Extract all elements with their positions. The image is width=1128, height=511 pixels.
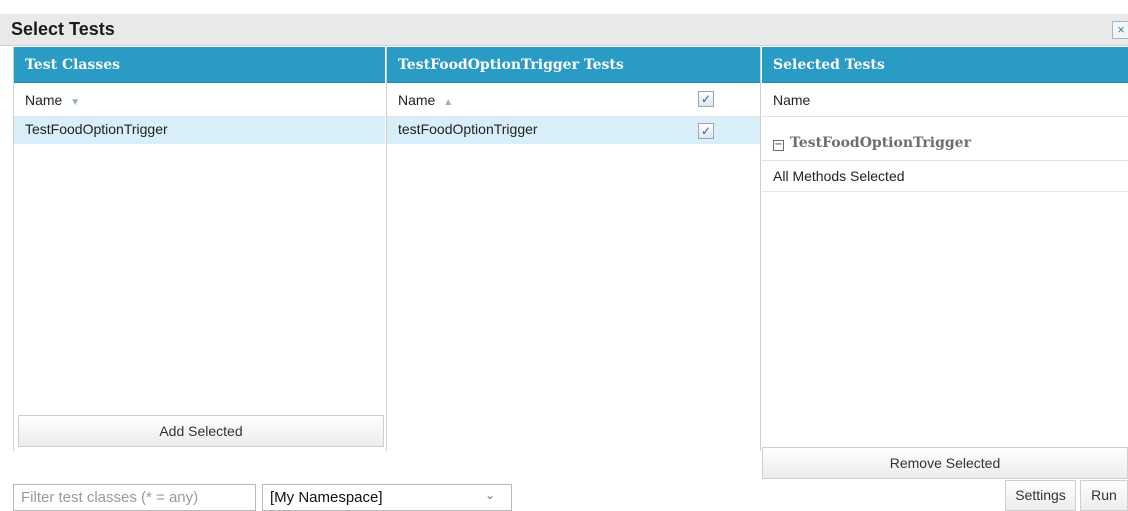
selected-methods-row[interactable]: All Methods Selected <box>762 161 1128 192</box>
collapse-icon[interactable]: − <box>773 140 784 151</box>
column-label: Name <box>25 92 63 108</box>
test-method-name: testFoodOptionTrigger <box>398 121 538 137</box>
selected-tests-header: Selected Tests <box>762 47 1128 83</box>
dropdown-icon[interactable]: ⌄ <box>485 488 495 502</box>
run-button[interactable]: Run <box>1080 480 1128 511</box>
selected-group-row[interactable]: − TestFoodOptionTrigger <box>762 127 1128 161</box>
remove-selected-button[interactable]: Remove Selected <box>762 447 1128 479</box>
namespace-select[interactable]: [My Namespace] ⌄ <box>262 484 512 511</box>
test-classes-name-column[interactable]: Name ▼ <box>14 83 385 117</box>
test-classes-panel: Test Classes Name ▼ TestFoodOptionTrigge… <box>13 47 385 451</box>
test-method-checkbox[interactable]: ✓ <box>698 123 714 139</box>
selected-tests-panel: Selected Tests Name − TestFoodOptionTrigg… <box>762 47 1128 479</box>
sort-asc-icon[interactable]: ▲ <box>443 97 453 108</box>
dialog-title: Select Tests <box>11 19 115 39</box>
test-method-row[interactable]: testFoodOptionTrigger ✓ <box>387 117 760 144</box>
selected-group-name: TestFoodOptionTrigger <box>790 135 971 151</box>
namespace-value: [My Namespace] <box>270 489 383 506</box>
bottom-toolbar: Filter test classes (* = any) [My Namesp… <box>0 480 1128 511</box>
selected-tests-name-column[interactable]: Name <box>762 83 1128 117</box>
filter-test-classes-input[interactable]: Filter test classes (* = any) <box>13 484 256 511</box>
class-tests-name-column[interactable]: Name ▲ ✓ <box>387 83 760 117</box>
test-classes-header: Test Classes <box>14 47 385 83</box>
add-selected-button[interactable]: Add Selected <box>18 415 384 447</box>
sort-desc-icon[interactable]: ▼ <box>70 97 80 108</box>
test-class-name: TestFoodOptionTrigger <box>25 121 168 137</box>
column-label: Name <box>398 92 436 108</box>
class-tests-panel: TestFoodOptionTrigger Tests Name ▲ ✓ tes… <box>386 47 761 451</box>
close-icon[interactable]: × <box>1112 21 1128 39</box>
select-all-checkbox[interactable]: ✓ <box>698 91 714 107</box>
class-tests-header: TestFoodOptionTrigger Tests <box>387 47 760 83</box>
select-tests-dialog: Select Tests × Test Classes Name ▼ TestF… <box>0 0 1128 511</box>
column-label: Name <box>773 92 811 108</box>
selected-methods-label: All Methods Selected <box>773 168 905 184</box>
settings-button[interactable]: Settings <box>1005 480 1076 511</box>
test-class-row[interactable]: TestFoodOptionTrigger <box>14 117 385 144</box>
dialog-titlebar: Select Tests × <box>0 14 1128 46</box>
